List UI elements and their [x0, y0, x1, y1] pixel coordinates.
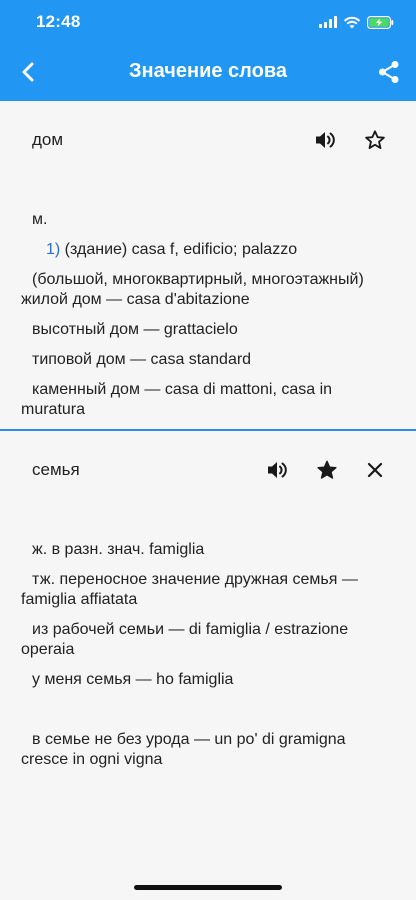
star-filled-icon	[317, 460, 337, 479]
entry-body: м. 1) (здание) casa f, edificio; palazzo…	[0, 210, 416, 429]
star-outline-icon	[365, 130, 385, 149]
word-title: семья	[32, 460, 80, 479]
speaker-icon	[316, 132, 335, 148]
idiom-body: в семье не без урода — un po' di gramign…	[0, 730, 416, 780]
share-icon	[379, 61, 399, 83]
grammar-label: м.	[32, 211, 48, 228]
pronounce-button[interactable]	[309, 123, 343, 157]
definition-line: (большой, многоквартирный, многоэтажный)…	[21, 271, 364, 308]
pronounce-button[interactable]	[261, 453, 295, 487]
battery-charging-icon	[367, 15, 394, 29]
definition-line: у меня семья — ho famiglia	[32, 671, 234, 688]
status-icons	[319, 12, 394, 32]
close-icon	[367, 462, 383, 478]
page-title: Значение слова	[129, 60, 287, 82]
status-time: 12:48	[36, 12, 81, 31]
home-indicator[interactable]	[134, 885, 282, 890]
close-button[interactable]	[358, 453, 392, 487]
definition-line: ж. в разн. знач. famiglia	[32, 541, 205, 558]
sense-text: (здание) casa f, edificio; palazzo	[60, 241, 298, 258]
definition-line: тж. переносное значение дружная семья — …	[21, 571, 358, 608]
definition-line: каменный дом — casa di mattoni, casa in …	[21, 381, 333, 418]
definition-line: из рабочей семьи — di famiglia / estrazi…	[21, 621, 349, 658]
sense-line: 1) (здание) casa f, edificio; palazzo	[0, 240, 416, 260]
entry-panel-semya: семья ж. в разн. знач. famiglia тж. пере…	[0, 431, 416, 900]
word-title: дом	[32, 130, 64, 149]
favorite-button[interactable]	[358, 123, 392, 157]
speaker-icon	[268, 462, 287, 478]
word-header: семья	[0, 451, 416, 491]
definition-line: высотный дом — grattacielo	[32, 321, 238, 338]
word-header: дом	[0, 121, 416, 161]
app-header: 12:48 Значение слова	[0, 0, 416, 101]
wifi-icon	[343, 16, 361, 28]
sense-number: 1)	[46, 241, 61, 258]
share-button[interactable]	[374, 57, 404, 87]
idiom-line: в семье не без урода — un po' di gramign…	[21, 731, 346, 768]
entry-body: ж. в разн. знач. famiglia тж. переносное…	[0, 540, 416, 700]
favorite-button[interactable]	[310, 453, 344, 487]
definition-line: типовой дом — casa standard	[32, 351, 252, 368]
cellular-signal-icon	[319, 16, 337, 28]
entry-panel-dom: дом м. 1) (здание) casa f, edificio; pal…	[0, 101, 416, 429]
